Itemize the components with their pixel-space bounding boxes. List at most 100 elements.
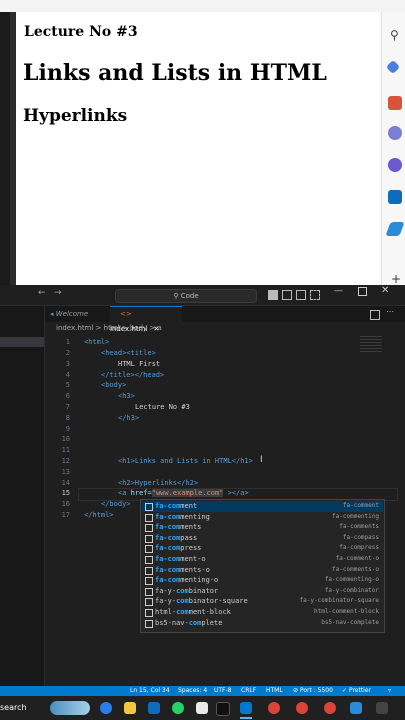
code-line[interactable]: <h1>Links and Lists in HTML</h1> — [118, 457, 253, 465]
chrome-profile-icon[interactable] — [296, 702, 308, 714]
split-editor-icon[interactable] — [370, 310, 380, 320]
suggestion-item[interactable]: html-comment-block html-comment-block — [142, 607, 383, 618]
close-window-icon[interactable]: ✕ — [381, 285, 389, 296]
toggle-sidebar-icon[interactable] — [268, 290, 278, 300]
system-tray-icon[interactable] — [376, 702, 388, 714]
suggestion-label: fa-comments-o — [155, 565, 210, 574]
tiktok-icon[interactable] — [216, 702, 230, 716]
suggestion-detail: fa-comment-o — [335, 555, 379, 562]
store-icon[interactable] — [196, 702, 208, 714]
language-mode[interactable]: HTML — [266, 686, 283, 696]
line-number: 12 — [61, 457, 70, 465]
line-number: 5 — [65, 381, 70, 389]
suggestion-item[interactable]: fa-comment fa-comment — [142, 501, 383, 512]
minimize-icon[interactable]: — — [334, 286, 343, 296]
outlook-icon[interactable] — [388, 190, 402, 204]
suggestion-item[interactable]: fa-comments-o fa-comments-o — [142, 565, 383, 576]
code-token-string: "www.example.com" — [151, 489, 224, 497]
code-line[interactable]: <h3> — [118, 392, 135, 400]
chrome-profile-2-icon[interactable] — [324, 702, 336, 714]
suggestion-detail: html-comment-block — [313, 608, 379, 615]
suggestion-item[interactable]: fa-comment-o fa-comment-o — [142, 554, 383, 565]
back-arrow-icon[interactable]: ← — [38, 288, 46, 298]
suggestion-item[interactable]: bs5-nav-complete bs5-nav-complete — [142, 618, 383, 629]
code-line[interactable]: <html> — [84, 338, 109, 346]
code-token-tag: ></a> — [223, 489, 249, 497]
search-icon[interactable]: ⚲ — [390, 28, 399, 42]
snippet-icon — [145, 566, 153, 575]
code-line[interactable]: <head><title> — [101, 349, 156, 357]
page-heading-h3: Lecture No #3 — [24, 24, 138, 40]
suggest-widget: fa-comment fa-comment fa-commenting fa-com… — [140, 499, 385, 633]
cursor-position[interactable]: Ln 15, Col 34 — [130, 686, 170, 696]
toggle-secondary-sidebar-icon[interactable] — [296, 290, 306, 300]
code-line[interactable]: </body> — [101, 500, 131, 508]
forward-arrow-icon[interactable]: → — [54, 288, 62, 298]
page-heading-h1: Links and Lists in HTML — [23, 60, 327, 86]
code-line[interactable]: HTML First — [118, 360, 160, 368]
suggestion-item[interactable]: fa-compress fa-compress — [142, 543, 383, 554]
suggestion-item[interactable]: fa-commenting fa-commenting — [142, 512, 383, 523]
code-token-tag: <a — [118, 489, 131, 497]
code-line[interactable]: Lecture No #3 — [135, 403, 190, 411]
chrome-icon[interactable] — [268, 702, 280, 714]
suggestion-item[interactable]: fa-compass fa-compass — [142, 533, 383, 544]
line-ending[interactable]: CRLF — [241, 686, 256, 696]
notifications-icon[interactable]: ▿ — [388, 686, 391, 696]
live-server-port[interactable]: ⊘ Port : 5500 — [293, 686, 333, 696]
more-actions-icon[interactable]: ⋯ — [386, 307, 394, 316]
vscode-icon[interactable] — [240, 702, 252, 714]
add-icon[interactable]: + — [391, 272, 401, 286]
breadcrumb[interactable]: index.html > html > body > a — [56, 324, 162, 332]
tab-label: Welcome — [55, 310, 89, 318]
suggestion-item[interactable]: fa-comments fa-comments — [142, 522, 383, 533]
command-center[interactable]: ⚲ Code — [115, 289, 257, 303]
mail-icon[interactable] — [148, 702, 160, 714]
suggestion-detail: fa-compass — [342, 533, 379, 541]
code-line[interactable]: </title></head> — [101, 371, 164, 379]
line-number: 16 — [61, 500, 70, 508]
edge-icon[interactable] — [100, 702, 112, 714]
taskbar-search[interactable]: search — [0, 703, 27, 712]
suggestion-item[interactable]: fa-y-combinator fa-y-combinator — [142, 586, 383, 597]
line-number: 9 — [65, 425, 70, 433]
suggestion-detail: fa-y-combinator-square — [299, 597, 379, 605]
suggestion-detail: fa-y-combinator — [324, 586, 379, 594]
code-line-15[interactable]: <a href="www.example.com" ></a> — [118, 489, 249, 497]
prettier-status[interactable]: ✓ Prettier — [342, 686, 371, 696]
code-line[interactable]: <h2>Hyperlinks</h2> — [118, 479, 198, 487]
code-token-attr: href= — [130, 489, 152, 497]
browser-side-rail — [381, 12, 405, 285]
snippet-icon — [145, 619, 153, 628]
snippet-icon — [145, 556, 153, 564]
file-explorer-icon[interactable] — [124, 702, 136, 714]
toggle-panel-icon[interactable] — [282, 290, 292, 300]
code-line[interactable]: <body> — [101, 381, 126, 389]
briefcase-icon[interactable] — [388, 96, 402, 110]
customize-layout-icon[interactable] — [310, 290, 320, 300]
encoding[interactable]: UTF-8 — [214, 686, 232, 696]
suggestion-label: bs5-nav-complete — [155, 618, 223, 627]
tab-welcome[interactable]: ◂ Welcome — [50, 306, 106, 322]
line-number: 11 — [61, 446, 70, 454]
maximize-icon[interactable] — [358, 287, 367, 296]
tab-index-html[interactable]: <> index.html ✕ — [110, 306, 182, 333]
indentation[interactable]: Spaces: 4 — [178, 686, 207, 696]
code-line[interactable]: </h3> — [118, 414, 139, 422]
snippet-icon — [145, 545, 153, 554]
whatsapp-icon[interactable] — [172, 702, 184, 714]
suggestion-item[interactable]: fa-commenting-o fa-commenting-o — [142, 575, 383, 586]
explorer-selected-item[interactable] — [0, 337, 44, 347]
people-icon[interactable] — [388, 126, 402, 140]
suggestion-detail: fa-comment — [342, 502, 379, 509]
app-icon[interactable] — [350, 702, 362, 714]
minimap[interactable] — [360, 336, 382, 354]
text-cursor-icon: I — [260, 455, 263, 465]
copilot-icon[interactable] — [388, 158, 402, 172]
line-number: 3 — [65, 360, 70, 368]
widget-dolphin-icon[interactable] — [50, 701, 90, 715]
code-line[interactable]: </html> — [84, 511, 114, 519]
line-number: 4 — [65, 371, 70, 379]
check-icon: ✓ — [342, 687, 349, 694]
suggestion-item[interactable]: fa-y-combinator-square fa-y-combinator-sq… — [142, 596, 383, 607]
